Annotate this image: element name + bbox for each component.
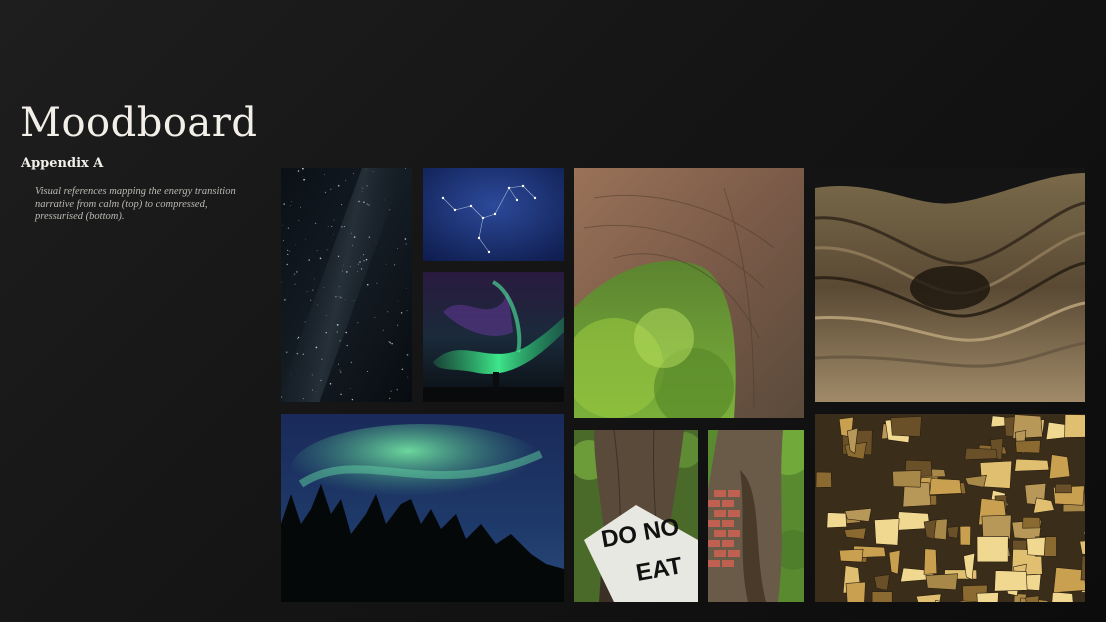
rock-strata-image [815,168,1085,402]
aurora-forest-image [281,414,564,602]
constellation-image [423,168,564,261]
pyrite-crystals-image [815,414,1085,602]
aurora-image [423,272,564,402]
page-subtitle: Appendix A [21,156,104,171]
do-not-eat-sign-image: DO NO EAT [574,430,698,602]
page-description: Visual references mapping the energy tra… [35,186,236,222]
tree-bricks-image [708,430,804,602]
starfield-image [281,168,412,402]
tree-trunk-image [574,168,804,418]
page-title: Moodboard [20,100,258,146]
